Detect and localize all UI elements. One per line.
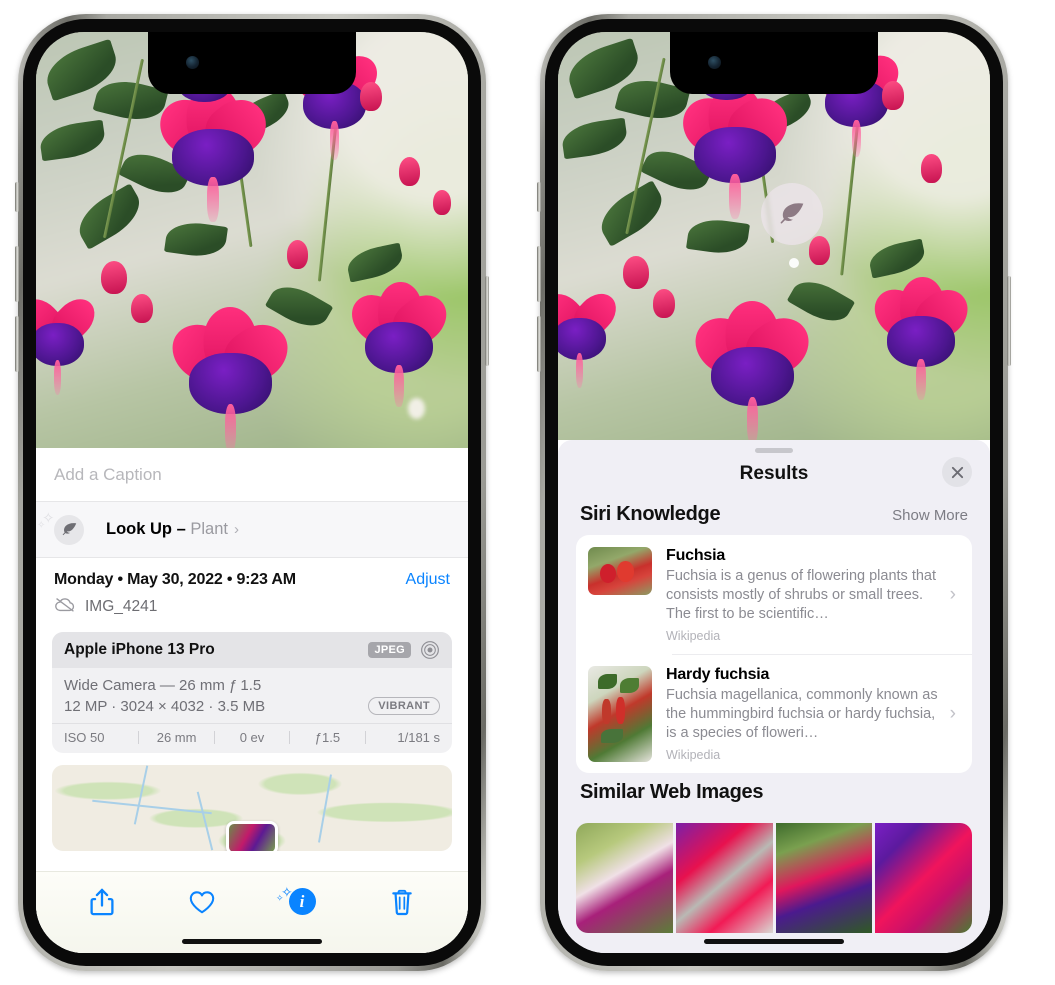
caption-input-row[interactable]: Add a Caption <box>36 448 468 502</box>
card-body: Hardy fuchsia Fuchsia magellanica, commo… <box>652 666 950 762</box>
camera-lens-icon <box>420 640 440 660</box>
sheet-title: Results <box>739 463 809 484</box>
caption-placeholder[interactable]: Add a Caption <box>54 465 162 485</box>
look-up-title: Look Up – <box>106 520 191 538</box>
siri-knowledge-card-list: Fuchsia Fuchsia is a genus of flowering … <box>576 535 972 773</box>
exif-focal-length: 26 mm <box>156 730 197 745</box>
cloud-slash-icon <box>54 596 76 618</box>
sparkle-icon-small: ✧ <box>276 892 284 903</box>
chevron-right-icon: › <box>949 703 956 724</box>
front-camera-icon <box>186 56 199 69</box>
siri-knowledge-title: Siri Knowledge <box>580 503 721 525</box>
sheet-header: Results <box>558 453 990 495</box>
web-image-thumbnail[interactable] <box>675 823 773 933</box>
power-button[interactable] <box>1007 276 1011 366</box>
similar-web-images-grid <box>576 823 972 933</box>
leaf-icon <box>54 514 84 545</box>
exif-iso: ISO 50 <box>64 730 105 745</box>
card-body: Fuchsia Fuchsia is a genus of flowering … <box>652 547 950 643</box>
photo-date: Monday • May 30, 2022 • 9:23 AM <box>54 571 296 588</box>
web-image-thumbnail[interactable] <box>576 823 673 933</box>
home-indicator[interactable] <box>182 939 322 944</box>
right-screen: Results Siri Knowledge Show More Fuchsia… <box>558 32 990 953</box>
metadata-header: Apple iPhone 13 Pro JPEG <box>52 632 452 668</box>
look-up-subject: Plant <box>190 520 228 538</box>
favorite-button[interactable] <box>179 882 225 922</box>
right-phone: Results Siri Knowledge Show More Fuchsia… <box>537 14 1011 971</box>
screenshot-stage: Add a Caption ✧ ✧ Look Up – Plant › Mond… <box>0 0 1055 985</box>
siri-knowledge-header: Siri Knowledge Show More <box>558 495 990 535</box>
device-name: Apple iPhone 13 Pro <box>64 641 215 658</box>
look-up-row[interactable]: ✧ ✧ Look Up – Plant › <box>36 502 468 558</box>
close-button[interactable] <box>942 457 972 487</box>
front-camera-icon <box>708 56 721 69</box>
volume-down-button[interactable] <box>15 316 19 372</box>
card-title: Fuchsia <box>666 547 726 564</box>
format-badge: JPEG <box>368 642 411 658</box>
notch <box>148 32 356 94</box>
visual-lookup-badge[interactable] <box>761 182 824 245</box>
card-thumbnail <box>588 666 652 762</box>
metadata-body: Wide Camera — 26 mm ƒ 1.5 12 MP · 3024 ×… <box>52 668 452 723</box>
show-more-button[interactable]: Show More <box>892 507 968 524</box>
notch <box>670 32 878 94</box>
left-screen: Add a Caption ✧ ✧ Look Up – Plant › Mond… <box>36 32 468 953</box>
card-description: Fuchsia is a genus of flowering plants t… <box>666 568 937 622</box>
similar-web-images-title: Similar Web Images <box>580 781 764 803</box>
knowledge-card[interactable]: Fuchsia Fuchsia is a genus of flowering … <box>576 535 972 654</box>
sparkle-icon-small: ✧ <box>37 520 46 531</box>
share-button[interactable] <box>79 882 125 922</box>
power-button[interactable] <box>485 276 489 366</box>
delete-button[interactable] <box>379 882 425 922</box>
volume-up-button[interactable] <box>537 246 541 302</box>
volume-up-button[interactable] <box>15 246 19 302</box>
web-image-thumbnail[interactable] <box>775 823 873 933</box>
chevron-right-icon: › <box>949 584 956 605</box>
similar-web-images-header: Similar Web Images <box>558 773 990 813</box>
style-badge: VIBRANT <box>368 697 440 715</box>
photo-viewer[interactable] <box>36 32 468 448</box>
map-photo-pin <box>226 821 278 851</box>
left-phone: Add a Caption ✧ ✧ Look Up – Plant › Mond… <box>15 14 489 971</box>
card-source: Wikipedia <box>666 748 721 762</box>
close-icon <box>951 466 963 478</box>
sheet-bottom-fade <box>558 923 990 953</box>
mute-switch[interactable] <box>537 182 541 212</box>
size-line: 12 MP · 3024 × 4032 · 3.5 MB <box>64 697 266 715</box>
metadata-card[interactable]: Apple iPhone 13 Pro JPEG Wide Camera — 2… <box>52 632 452 753</box>
exif-exposure-value: 0 ev <box>239 730 265 745</box>
knowledge-card[interactable]: Hardy fuchsia Fuchsia magellanica, commo… <box>576 654 972 773</box>
mute-switch[interactable] <box>15 182 19 212</box>
camera-line: Wide Camera — 26 mm ƒ 1.5 <box>64 677 262 694</box>
web-image-thumbnail[interactable] <box>875 823 972 933</box>
card-thumbnail <box>588 547 652 595</box>
card-description: Fuchsia magellanica, commonly known as t… <box>666 687 938 741</box>
info-button[interactable]: ✧ ✧ i <box>276 882 325 922</box>
exif-aperture: ƒ1.5 <box>314 730 341 745</box>
exif-shutter-speed: 1/181 s <box>397 730 441 745</box>
volume-down-button[interactable] <box>537 316 541 372</box>
file-name: IMG_4241 <box>85 598 158 615</box>
filename-row: IMG_4241 <box>54 596 450 618</box>
look-up-label: Look Up – Plant › <box>106 520 239 539</box>
chevron-right-icon: › <box>233 521 239 538</box>
date-section: Monday • May 30, 2022 • 9:23 AM Adjust I… <box>36 558 468 618</box>
results-sheet: Results Siri Knowledge Show More Fuchsia… <box>558 440 990 953</box>
card-title: Hardy fuchsia <box>666 666 770 683</box>
location-map[interactable] <box>52 765 452 851</box>
photo-info-panel: Add a Caption ✧ ✧ Look Up – Plant › Mond… <box>36 448 468 953</box>
home-indicator[interactable] <box>704 939 844 944</box>
exif-row: ISO 50 26 mm 0 ev ƒ1.5 1/181 s <box>52 723 452 753</box>
card-source: Wikipedia <box>666 629 721 643</box>
adjust-button[interactable]: Adjust <box>406 571 450 589</box>
